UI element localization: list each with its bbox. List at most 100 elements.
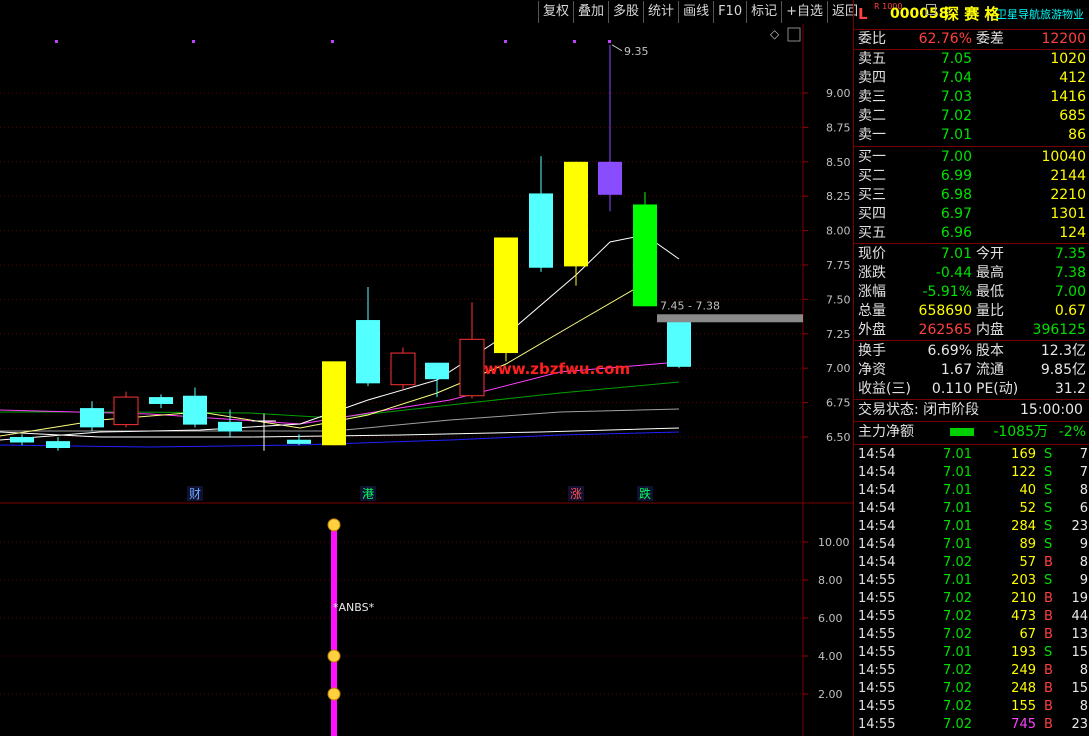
panel-separator [854,243,1089,244]
tick-side: B [1044,555,1053,570]
tick-time: 14:55 [858,699,896,714]
ask-row[interactable]: 卖三 7.03 1416 [854,88,1089,107]
price-tick-label: 8.50 [826,156,851,169]
tick-side: S [1044,537,1053,552]
tick-row: 14:55 7.02 67 B 13 [854,626,1089,644]
order-diff-value: 12200 [1041,31,1086,47]
quote-label: 外盘 [858,322,886,338]
tick-price: 7.02 [943,627,972,642]
event-label: 财 [189,487,201,501]
bid-row[interactable]: 买四 6.97 1301 [854,205,1089,224]
tick-price: 7.01 [943,501,972,516]
stock-code: 000058 [890,6,949,22]
indicator-tick-label: 6.00 [818,612,843,625]
trading-status-time: 15:00:00 [1020,402,1083,418]
tick-time: 14:55 [858,717,896,732]
high-pointer [611,44,623,52]
tick-time: 14:55 [858,681,896,696]
tick-price: 7.02 [943,663,972,678]
fundamental-value: 1.67 [940,362,972,378]
quote-value: 7.01 [940,246,972,262]
signal-dot [55,40,58,43]
stock-name: 深 赛 格 [944,5,1000,23]
tick-time: 14:54 [858,465,896,480]
tick-side: S [1044,645,1053,660]
high-label: 9.35 [624,45,649,58]
bid-price: 6.96 [940,225,972,241]
panel-separator [854,340,1089,341]
indicator-tick-label: 8.00 [818,574,843,587]
ask-row[interactable]: 卖一 7.01 86 [854,126,1089,145]
tick-count: 8 [1079,555,1088,570]
candle-body [390,352,416,386]
tick-volume: 57 [1019,555,1036,570]
main-flow-row[interactable]: 主力净额 -1085万 -2% [854,423,1089,442]
quote-value: 658690 [918,303,972,319]
ask-volume: 412 [1059,70,1086,86]
bid-volume: 124 [1059,225,1086,241]
tick-volume: 67 [1019,627,1036,642]
tick-volume: 40 [1019,483,1036,498]
price-tick-label: 7.50 [826,293,851,306]
indicator-name: *ANBS* [333,601,375,614]
bid-price: 6.97 [940,206,972,222]
price-tick-label: 8.00 [826,225,851,238]
candle-body [356,320,380,384]
ask-price: 7.02 [940,108,972,124]
tick-time: 14:55 [858,609,896,624]
tick-time: 14:54 [858,555,896,570]
tick-time: 14:55 [858,627,896,642]
stock-header[interactable]: L R 1000 000058 深 赛 格卫星导航旅游物业 [854,2,1089,27]
tick-price: 7.02 [943,609,972,624]
fundamental-value-2: 31.2 [1054,381,1086,397]
candle-body [287,439,311,444]
tick-row: 14:54 7.02 57 B 8 [854,554,1089,572]
tick-side: B [1044,609,1053,624]
kline-chart[interactable]: 9.00 8.75 8.50 8.25 8.00 7.75 7.50 7.25 7.00 6.75… [0,0,853,736]
ask-row[interactable]: 卖五 7.05 1020 [854,50,1089,69]
tick-count: 13 [1071,627,1088,642]
tick-volume: 169 [1011,447,1036,462]
bid-row[interactable]: 买二 6.99 2144 [854,167,1089,186]
ask-row[interactable]: 卖四 7.04 412 [854,69,1089,88]
quote-label-2: 内盘 [976,322,1004,338]
event-label: 涨 [570,486,582,501]
tick-side: S [1044,483,1053,498]
bid-row[interactable]: 买三 6.98 2210 [854,186,1089,205]
candle-body [80,408,104,428]
bid-row[interactable]: 买一 7.00 10040 [854,148,1089,167]
tick-side: B [1044,591,1053,606]
price-tick-label: 6.50 [826,431,851,444]
bid-price: 6.99 [940,168,972,184]
tick-time: 14:54 [858,519,896,534]
bid-label: 买四 [858,206,886,222]
tick-volume: 52 [1019,501,1036,516]
panel-separator [854,146,1089,147]
bid-row[interactable]: 买五 6.96 124 [854,224,1089,243]
candle-body [598,161,622,195]
indicator-tick-label: 2.00 [818,688,843,701]
watermark-text: www.zbzfwu.com [484,360,630,378]
candle-body [10,437,34,443]
tick-row: 14:55 7.01 193 S 15 [854,644,1089,662]
ask-row[interactable]: 卖二 7.02 685 [854,107,1089,126]
price-tick-label: 7.25 [826,328,851,341]
fundamental-value-2: 9.85亿 [1040,362,1086,378]
ask-label: 卖三 [858,89,886,105]
candle-body [218,421,242,432]
fundamental-label-2: 流通 [976,362,1004,378]
tick-volume: 122 [1011,465,1036,480]
tick-count: 8 [1079,663,1088,678]
tick-volume: 210 [1011,591,1036,606]
tick-volume: 155 [1011,699,1036,714]
quote-label-2: 量比 [976,303,1004,319]
tick-side: S [1044,465,1053,480]
ask-price: 7.01 [940,127,972,143]
tick-time: 14:55 [858,573,896,588]
candle-body [46,441,70,449]
tick-row: 14:55 7.02 155 B 8 [854,698,1089,716]
candle-body [252,420,276,422]
event-label: 跌 [639,486,651,501]
sector-label: 卫星导航旅游物业 [996,8,1084,21]
tick-side: B [1044,699,1053,714]
